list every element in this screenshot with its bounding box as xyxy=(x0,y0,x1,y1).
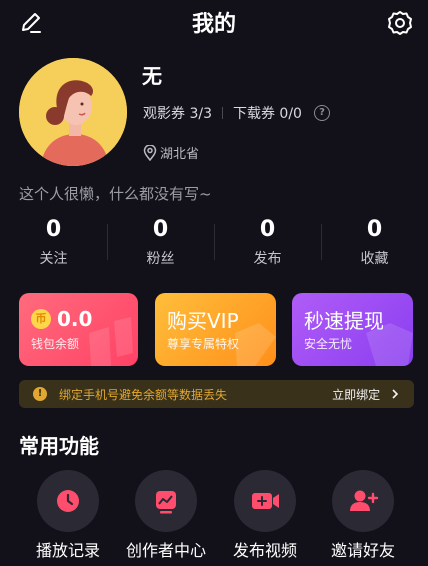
location-pin-icon xyxy=(143,144,157,161)
video-plus-icon xyxy=(252,493,279,509)
function-label: 邀请好友 xyxy=(330,541,395,560)
bind-now-link[interactable]: 立即绑定 xyxy=(332,386,400,403)
stat-label: 发布 xyxy=(253,251,282,267)
gear-icon xyxy=(388,11,412,35)
wallet-label: 钱包余额 xyxy=(31,337,80,351)
wallet-balance: 0.0 xyxy=(57,307,93,331)
chart-icon xyxy=(156,491,176,514)
vip-subtitle: 尊享专属特权 xyxy=(167,337,240,351)
withdraw-title: 秒速提现 xyxy=(304,309,384,333)
stat-posts[interactable]: 0 发布 xyxy=(214,216,321,268)
download-ticket-count: 下载券 0/0 xyxy=(232,106,302,122)
help-icon[interactable]: ? xyxy=(313,105,330,121)
bind-now-label: 立即绑定 xyxy=(332,388,381,402)
stat-value: 0 xyxy=(45,217,62,242)
function-label: 发布视频 xyxy=(232,541,297,560)
warning-icon: ! xyxy=(33,387,47,401)
wallet-card[interactable]: 币 0.0 钱包余额 xyxy=(19,293,138,366)
function-publish-video[interactable]: 发布视频 xyxy=(215,470,315,561)
view-ticket-count: 观影券 3/3 xyxy=(143,106,212,122)
divider xyxy=(221,107,223,119)
stat-value: 0 xyxy=(366,217,383,242)
vip-card[interactable]: 购买VIP 尊享专属特权 xyxy=(155,293,276,366)
coin-icon: 币 xyxy=(31,309,51,329)
stat-label: 收藏 xyxy=(360,251,389,267)
stat-label: 粉丝 xyxy=(146,251,175,267)
avatar-illustration xyxy=(19,58,127,166)
stat-value: 0 xyxy=(152,217,169,242)
user-plus-icon xyxy=(350,490,379,511)
function-invite-friends[interactable]: 邀请好友 xyxy=(313,470,413,561)
stat-value: 0 xyxy=(259,217,276,242)
stats-row: 0 关注 0 粉丝 0 发布 0 收藏 xyxy=(0,216,428,268)
ticket-info: 观影券 3/3 下载券 0/0 ? xyxy=(143,103,330,123)
page-title: 我的 xyxy=(191,12,236,37)
withdraw-subtitle: 安全无忧 xyxy=(304,337,353,351)
notice-text: 绑定手机号避免余额等数据丢失 xyxy=(59,388,228,402)
settings-button[interactable] xyxy=(386,9,414,37)
function-creator-center[interactable]: 创作者中心 xyxy=(116,470,216,561)
location-text: 湖北省 xyxy=(160,147,200,162)
function-icon-bg xyxy=(332,470,394,532)
username: 无 xyxy=(142,64,162,88)
withdraw-card[interactable]: 秒速提现 安全无忧 xyxy=(292,293,413,366)
section-title: 常用功能 xyxy=(19,434,99,458)
stat-favorites[interactable]: 0 收藏 xyxy=(321,216,428,268)
bind-phone-notice[interactable]: ! 绑定手机号避免余额等数据丢失 立即绑定 xyxy=(19,380,414,408)
function-play-history[interactable]: 播放记录 xyxy=(18,470,118,561)
avatar[interactable] xyxy=(19,58,127,166)
vip-title: 购买VIP xyxy=(167,309,239,333)
function-label: 播放记录 xyxy=(35,541,100,560)
function-icon-bg xyxy=(37,470,99,532)
location: 湖北省 xyxy=(143,143,199,162)
function-icon-bg xyxy=(135,470,197,532)
stat-label: 关注 xyxy=(39,251,68,267)
function-label: 创作者中心 xyxy=(125,541,206,560)
stat-following[interactable]: 0 关注 xyxy=(0,216,107,268)
stat-followers[interactable]: 0 粉丝 xyxy=(107,216,214,268)
bio-text: 这个人很懒，什么都没有写~ xyxy=(19,185,212,203)
clock-icon xyxy=(57,490,79,512)
function-icon-bg xyxy=(234,470,296,532)
chevron-right-icon xyxy=(392,389,399,399)
